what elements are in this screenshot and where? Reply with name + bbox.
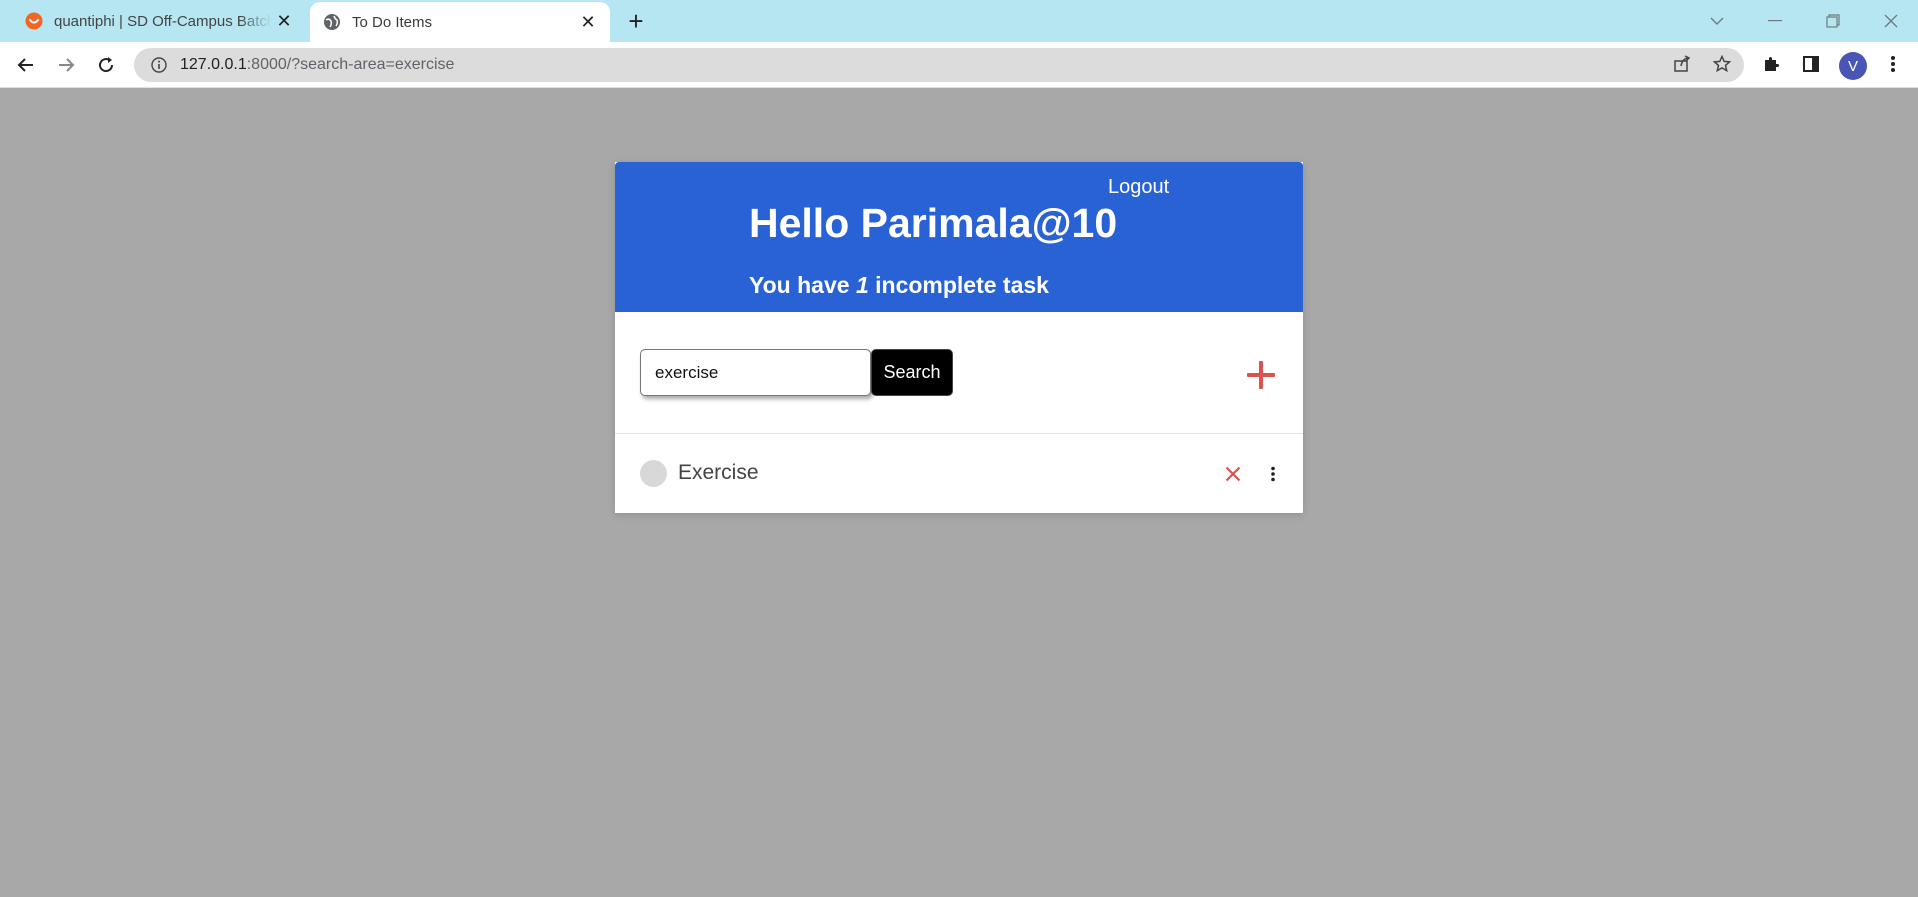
reload-icon[interactable] — [90, 49, 122, 81]
minimize-icon[interactable] — [1760, 6, 1790, 36]
tab-search-icon[interactable] — [1702, 6, 1732, 36]
task-count-number: 1 — [855, 272, 869, 298]
delete-x-icon[interactable] — [1219, 460, 1247, 488]
close-tab-icon[interactable]: ✕ — [272, 9, 296, 33]
logout-link[interactable]: Logout — [1108, 176, 1169, 199]
card-header: Logout Hello Parimala@10 You have 1 inco… — [615, 162, 1303, 312]
globe-icon — [322, 12, 342, 32]
tab-quantiphi[interactable]: quantiphi | SD Off-Campus Batch ✕ — [12, 0, 306, 42]
task-status-circle[interactable] — [640, 460, 667, 487]
forward-arrow-icon[interactable] — [50, 49, 82, 81]
profile-avatar[interactable]: V — [1839, 52, 1867, 80]
share-icon[interactable] — [1667, 49, 1697, 79]
task-title[interactable]: Exercise — [678, 461, 759, 485]
bookmark-star-icon[interactable] — [1707, 49, 1737, 79]
url-text: 127.0.0.1:8000/?search-area=exercise — [180, 56, 455, 73]
tab-title: quantiphi | SD Off-Campus Batch — [54, 12, 272, 30]
menu-kebab-icon[interactable] — [1878, 49, 1908, 79]
tab-todo-items[interactable]: To Do Items ✕ — [310, 2, 610, 42]
new-tab-button[interactable]: + — [622, 6, 650, 36]
site-info-icon[interactable] — [148, 54, 170, 76]
tab-strip: quantiphi | SD Off-Campus Batch ✕ To Do … — [0, 0, 1918, 42]
close-tab-icon[interactable]: ✕ — [576, 10, 600, 34]
search-input[interactable] — [640, 349, 871, 396]
incomplete-task-count: You have 1 incomplete task — [749, 272, 1049, 298]
restore-icon[interactable] — [1818, 6, 1848, 36]
task-item[interactable]: Exercise — [615, 435, 1303, 513]
back-arrow-icon[interactable] — [10, 49, 42, 81]
more-options-icon[interactable] — [1263, 460, 1283, 488]
search-button[interactable]: Search — [871, 349, 953, 396]
greeting-heading: Hello Parimala@10 — [749, 200, 1118, 246]
todo-card: Logout Hello Parimala@10 You have 1 inco… — [615, 162, 1303, 513]
close-window-icon[interactable] — [1876, 6, 1906, 36]
side-panel-icon[interactable] — [1796, 49, 1826, 79]
plus-icon[interactable] — [1245, 359, 1277, 391]
address-bar[interactable]: 127.0.0.1:8000/?search-area=exercise — [134, 48, 1744, 82]
browser-toolbar: 127.0.0.1:8000/?search-area=exercise V — [0, 42, 1918, 88]
search-row: Search — [615, 312, 1303, 434]
tab-title: To Do Items — [352, 13, 433, 31]
extensions-puzzle-icon[interactable] — [1756, 49, 1786, 79]
brand-favicon-icon — [24, 11, 44, 31]
